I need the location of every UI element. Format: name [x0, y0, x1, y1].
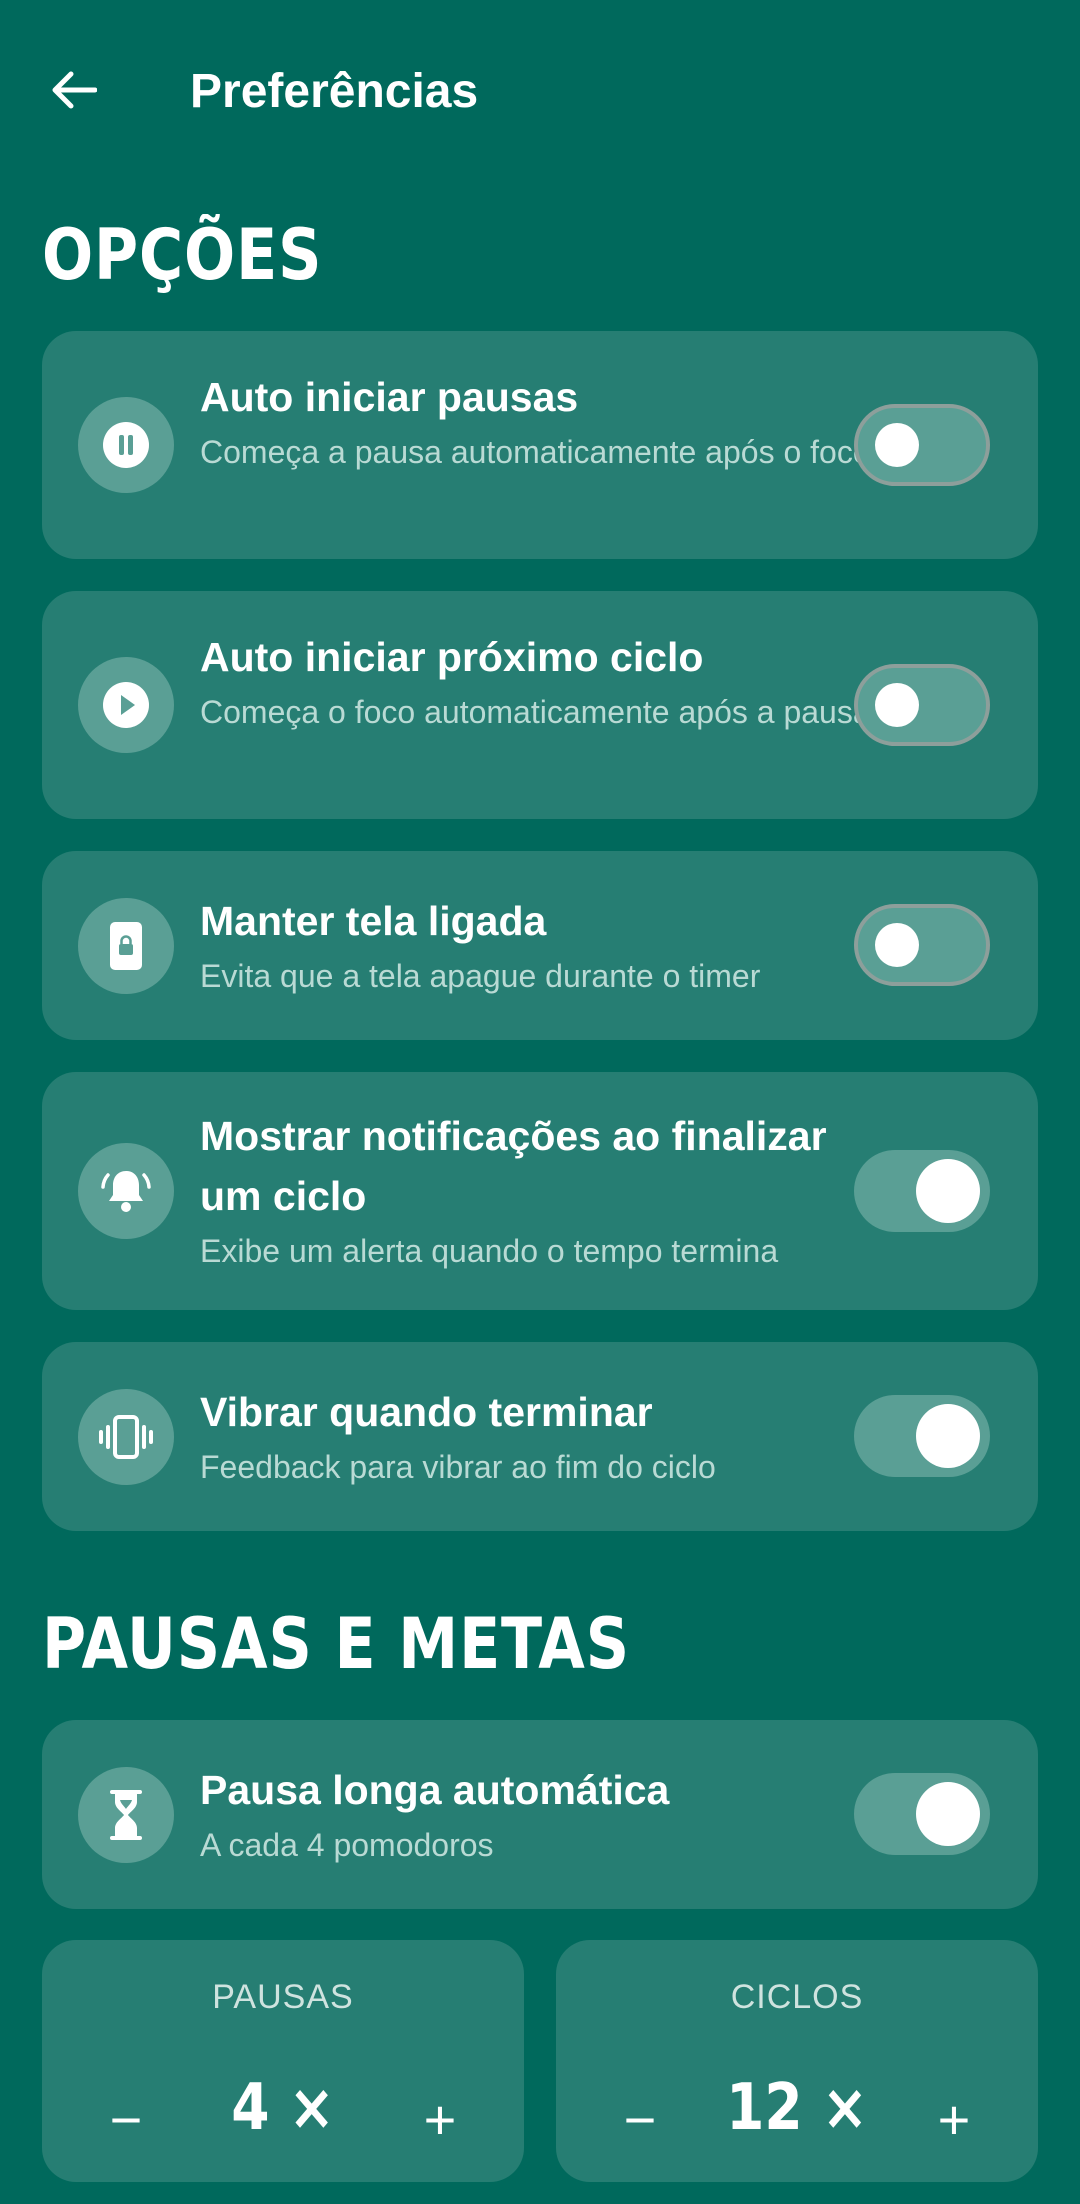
page-title: Preferências	[190, 65, 479, 118]
vibrate-icon	[78, 1389, 174, 1485]
option-card-keep-screen-on: Manter tela ligada Evita que a tela apag…	[42, 851, 1038, 1040]
hourglass-icon	[78, 1767, 174, 1863]
stepper-label: PAUSAS	[212, 1978, 354, 2016]
option-card-long-break: Pausa longa automática A cada 4 pomodoro…	[42, 1720, 1038, 1909]
option-title: Mostrar notificações ao finalizar um cic…	[200, 1113, 827, 1219]
pause-circle-icon	[78, 397, 174, 493]
option-card-show-notifications: Mostrar notificações ao finalizar um cic…	[42, 1072, 1038, 1310]
toggle-knob	[875, 423, 919, 467]
phone-lock-icon	[78, 898, 174, 994]
toggle-knob	[916, 1159, 980, 1223]
notification-bell-icon	[78, 1143, 174, 1239]
back-button[interactable]	[42, 58, 106, 122]
section-title-options: OPÇÕES	[42, 214, 323, 296]
toggle-knob	[875, 923, 919, 967]
option-title: Auto iniciar pausas	[200, 374, 579, 420]
top-app-bar: Preferências	[0, 0, 1080, 180]
option-title: Manter tela ligada	[200, 898, 547, 944]
toggle-knob	[916, 1404, 980, 1468]
cycles-increment-button[interactable]: +	[914, 2080, 994, 2160]
section-title-breaks-goals: PAUSAS E METAS	[42, 1603, 630, 1685]
toggle-knob	[875, 683, 919, 727]
toggle-knob	[916, 1782, 980, 1846]
option-subtitle: A cada 4 pomodoros	[200, 1827, 494, 1863]
option-subtitle: Evita que a tela apague durante o timer	[200, 958, 761, 994]
option-subtitle: Exibe um alerta quando o tempo termina	[200, 1233, 779, 1269]
option-subtitle: Começa a pausa automaticamente após o fo…	[200, 434, 871, 470]
arrow-left-icon	[52, 71, 97, 109]
pauses-stepper: PAUSAS − 4 × +	[42, 1940, 524, 2182]
cycles-stepper: CICLOS − 12 × +	[556, 1940, 1038, 2182]
show-notifications-toggle[interactable]	[854, 1150, 990, 1232]
long-break-toggle[interactable]	[854, 1773, 990, 1855]
auto-start-breaks-toggle[interactable]	[854, 404, 990, 486]
option-title: Vibrar quando terminar	[200, 1389, 653, 1435]
option-card-vibrate: Vibrar quando terminar Feedback para vib…	[42, 1342, 1038, 1531]
auto-start-next-cycle-toggle[interactable]	[854, 664, 990, 746]
option-title: Pausa longa automática	[200, 1767, 670, 1813]
pauses-increment-button[interactable]: +	[400, 2080, 480, 2160]
play-circle-icon	[78, 657, 174, 753]
vibrate-toggle[interactable]	[854, 1395, 990, 1477]
option-card-auto-start-next-cycle: Auto iniciar próximo ciclo Começa o foco…	[42, 591, 1038, 819]
option-subtitle: Começa o foco automaticamente após a pau…	[200, 694, 871, 730]
option-title: Auto iniciar próximo ciclo	[200, 634, 704, 680]
stepper-label: CICLOS	[730, 1978, 864, 2016]
option-subtitle: Feedback para vibrar ao fim do ciclo	[200, 1449, 716, 1485]
option-card-auto-start-breaks: Auto iniciar pausas Começa a pausa autom…	[42, 331, 1038, 559]
keep-screen-on-toggle[interactable]	[854, 904, 990, 986]
